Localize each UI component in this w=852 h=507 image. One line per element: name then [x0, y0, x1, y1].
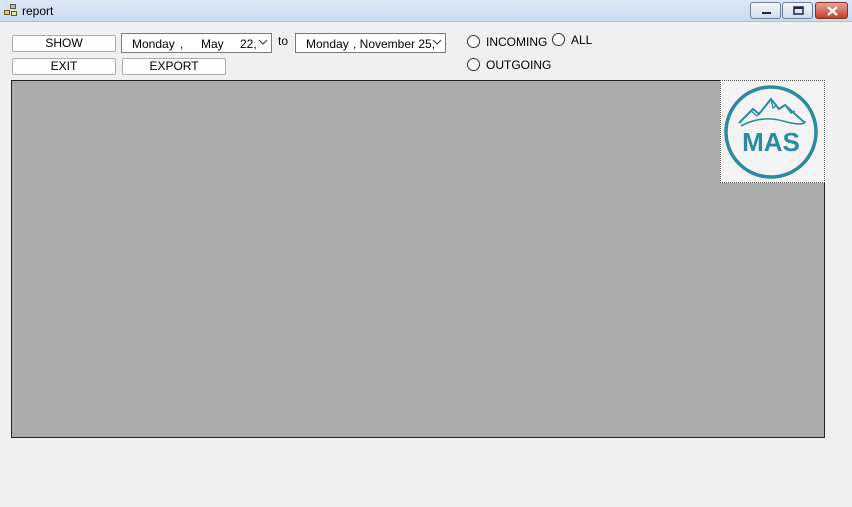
- date-from-month: May: [201, 37, 224, 51]
- to-label: to: [278, 34, 289, 48]
- all-label[interactable]: ALL: [571, 33, 592, 47]
- all-radio[interactable]: [552, 33, 565, 46]
- report-viewer-panel: [11, 80, 825, 438]
- date-from-day-name: Monday: [132, 37, 175, 51]
- date-to-picker[interactable]: Monday , November 25,: [295, 33, 446, 53]
- close-button[interactable]: [815, 2, 848, 19]
- maximize-button[interactable]: [782, 2, 813, 19]
- chevron-down-icon[interactable]: [258, 36, 268, 48]
- incoming-radio[interactable]: [467, 35, 480, 48]
- date-to-day-name: Monday: [306, 37, 349, 51]
- close-icon: [827, 6, 838, 16]
- app-icon: [4, 4, 18, 17]
- report-window: report SHOW EXIT EXPORT Monday , May 22,: [0, 0, 852, 507]
- date-from-separator: ,: [180, 37, 184, 51]
- logo-text: MAS: [742, 127, 800, 157]
- title-bar[interactable]: report: [0, 0, 852, 22]
- exit-button[interactable]: EXIT: [12, 58, 116, 75]
- incoming-label[interactable]: INCOMING: [486, 35, 547, 49]
- export-button[interactable]: EXPORT: [122, 58, 226, 75]
- minimize-icon: [762, 12, 771, 14]
- window-title: report: [22, 4, 54, 18]
- date-to-date: , November 25,: [353, 37, 436, 51]
- outgoing-radio[interactable]: [467, 58, 480, 71]
- show-button[interactable]: SHOW: [12, 35, 116, 52]
- minimize-button[interactable]: [750, 2, 781, 19]
- logo-picture: MAS: [720, 80, 825, 183]
- maximize-icon: [793, 6, 804, 15]
- mas-logo: MAS: [724, 85, 818, 179]
- date-from-picker[interactable]: Monday , May 22,: [121, 33, 272, 53]
- date-from-day: 22,: [240, 37, 257, 51]
- outgoing-label[interactable]: OUTGOING: [486, 58, 551, 72]
- chevron-down-icon[interactable]: [432, 36, 442, 48]
